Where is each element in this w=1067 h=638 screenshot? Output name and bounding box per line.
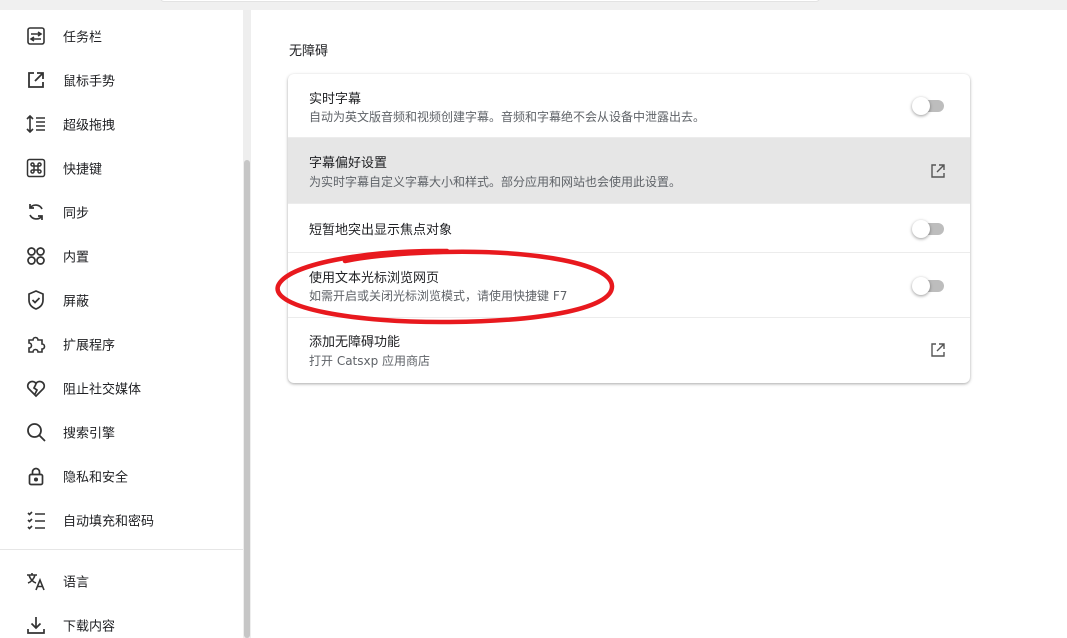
sidebar: 任务栏 鼠标手势 超级拖拽 快捷键 同步 内置 屏蔽 扩展程序 阻止社交媒体 搜… <box>0 10 243 638</box>
taskbar-icon <box>25 25 47 47</box>
row-description: 打开 Catsxp 应用商店 <box>309 354 431 368</box>
main-content: 无障碍 实时字幕 自动为英文版音频和视频创建字幕。音频和字幕绝不会从设备中泄露出… <box>251 10 1067 638</box>
sidebar-item-block-social[interactable]: 阻止社交媒体 <box>0 366 243 410</box>
accessibility-card: 实时字幕 自动为英文版音频和视频创建字幕。音频和字幕绝不会从设备中泄露出去。 字… <box>288 74 970 383</box>
section-title: 无障碍 <box>289 44 329 59</box>
external-link-icon[interactable] <box>929 341 947 359</box>
puzzle-icon <box>25 333 47 355</box>
external-link-icon[interactable] <box>929 162 947 180</box>
sidebar-item-label: 隐私和安全 <box>63 470 129 486</box>
shield-icon <box>25 289 47 311</box>
sidebar-item-label: 内置 <box>63 250 90 266</box>
sidebar-item-builtin[interactable]: 内置 <box>0 234 243 278</box>
sidebar-item-label: 同步 <box>63 206 90 222</box>
row-description: 自动为英文版音频和视频创建字幕。音频和字幕绝不会从设备中泄露出去。 <box>309 110 706 124</box>
sidebar-item-autofill[interactable]: 自动填充和密码 <box>0 498 243 542</box>
sidebar-item-shortcuts[interactable]: 快捷键 <box>0 146 243 190</box>
sidebar-item-label: 语言 <box>63 575 90 591</box>
sidebar-item-extensions[interactable]: 扩展程序 <box>0 322 243 366</box>
row-highlight-focus[interactable]: 短暂地突出显示焦点对象 <box>288 204 970 253</box>
sidebar-item-label: 鼠标手势 <box>63 74 116 90</box>
list-icon <box>25 509 47 531</box>
row-add-accessibility-features[interactable]: 添加无障碍功能 打开 Catsxp 应用商店 <box>288 318 970 383</box>
sidebar-item-label: 屏蔽 <box>63 294 90 310</box>
sidebar-item-privacy[interactable]: 隐私和安全 <box>0 454 243 498</box>
row-title: 添加无障碍功能 <box>309 335 401 350</box>
sidebar-scrollbar-thumb[interactable] <box>244 160 250 638</box>
sidebar-item-label: 快捷键 <box>63 162 103 178</box>
search-box-edge[interactable] <box>160 0 820 2</box>
toggle-knob <box>912 220 930 238</box>
line-spacing-icon <box>25 113 47 135</box>
sidebar-item-label: 自动填充和密码 <box>63 514 155 530</box>
sidebar-item-super-drag[interactable]: 超级拖拽 <box>0 102 243 146</box>
sidebar-item-label: 下载内容 <box>63 619 116 635</box>
row-title: 使用文本光标浏览网页 <box>309 271 440 286</box>
translate-icon <box>25 570 47 592</box>
row-caret-browsing[interactable]: 使用文本光标浏览网页 如需开启或关闭光标浏览模式，请使用快捷键 F7 <box>288 253 970 318</box>
sidebar-item-downloads[interactable]: 下载内容 <box>0 603 243 638</box>
command-key-icon <box>25 157 47 179</box>
sync-icon <box>25 201 47 223</box>
lock-icon <box>25 465 47 487</box>
row-title: 字幕偏好设置 <box>309 156 388 171</box>
row-title: 实时字幕 <box>309 92 362 107</box>
highlight-focus-toggle[interactable] <box>912 220 944 238</box>
row-title: 短暂地突出显示焦点对象 <box>309 223 453 238</box>
sidebar-item-sync[interactable]: 同步 <box>0 190 243 234</box>
external-arrow-icon <box>25 69 47 91</box>
toggle-knob <box>912 97 930 115</box>
row-caption-preferences[interactable]: 字幕偏好设置 为实时字幕自定义字幕大小和样式。部分应用和网站也会使用此设置。 <box>288 138 970 204</box>
row-live-caption[interactable]: 实时字幕 自动为英文版音频和视频创建字幕。音频和字幕绝不会从设备中泄露出去。 <box>288 74 970 138</box>
sidebar-item-label: 超级拖拽 <box>63 118 116 134</box>
live-caption-toggle[interactable] <box>912 97 944 115</box>
download-icon <box>25 614 47 636</box>
top-bar <box>0 0 1067 10</box>
sidebar-item-mouse-gestures[interactable]: 鼠标手势 <box>0 58 243 102</box>
sidebar-item-search-engine[interactable]: 搜索引擎 <box>0 410 243 454</box>
sidebar-item-label: 搜索引擎 <box>63 426 116 442</box>
sidebar-item-label: 阻止社交媒体 <box>63 382 142 398</box>
sidebar-item-label: 任务栏 <box>63 30 103 46</box>
apps-icon <box>25 245 47 267</box>
sidebar-item-blocking[interactable]: 屏蔽 <box>0 278 243 322</box>
row-description: 为实时字幕自定义字幕大小和样式。部分应用和网站也会使用此设置。 <box>309 175 682 189</box>
sidebar-item-label: 扩展程序 <box>63 338 116 354</box>
row-description: 如需开启或关闭光标浏览模式，请使用快捷键 F7 <box>309 289 568 303</box>
caret-browsing-toggle[interactable] <box>912 277 944 295</box>
sidebar-divider <box>0 549 243 550</box>
search-icon <box>25 421 47 443</box>
sidebar-item-taskbar[interactable]: 任务栏 <box>0 14 243 58</box>
toggle-knob <box>912 277 930 295</box>
sidebar-item-languages[interactable]: 语言 <box>0 559 243 603</box>
broken-heart-icon <box>25 377 47 399</box>
